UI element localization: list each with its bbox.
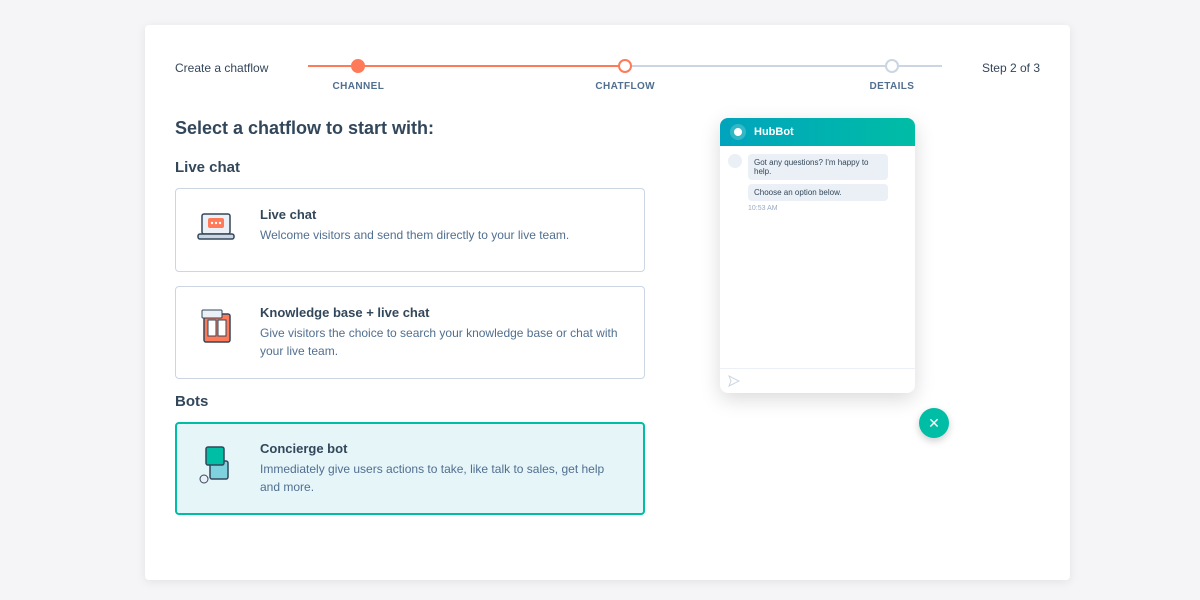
option-desc: Immediately give users actions to take, …	[260, 460, 624, 496]
page-card: Create a chatflow CHANNEL CHATFLOW DETAI…	[145, 25, 1070, 580]
step-details[interactable]: DETAILS	[842, 59, 942, 92]
knowledge-base-icon	[196, 305, 242, 351]
preview-column: HubBot Got any questions? I'm happy to h…	[685, 118, 955, 529]
chat-header: HubBot	[720, 118, 915, 146]
bot-name: HubBot	[754, 126, 794, 138]
section-label-live-chat: Live chat	[175, 159, 645, 176]
bubble-col: Got any questions? I'm happy to help. Ch…	[748, 154, 888, 201]
step-label: CHANNEL	[333, 81, 385, 92]
chat-input-row	[720, 368, 915, 393]
stepper: CHANNEL CHATFLOW DETAILS	[308, 59, 942, 92]
chat-bubble: Got any questions? I'm happy to help.	[748, 154, 888, 180]
section-label-bots: Bots	[175, 393, 645, 410]
chat-avatar-icon	[728, 154, 742, 168]
option-title: Knowledge base + live chat	[260, 305, 624, 320]
chat-timestamp: 10:53 AM	[748, 205, 907, 212]
option-concierge-bot[interactable]: Concierge bot Immediately give users act…	[175, 422, 645, 515]
chat-bubble: Choose an option below.	[748, 184, 888, 201]
option-text: Concierge bot Immediately give users act…	[260, 441, 624, 496]
laptop-chat-icon	[196, 207, 242, 253]
option-desc: Give visitors the choice to search your …	[260, 324, 624, 360]
step-channel[interactable]: CHANNEL	[308, 59, 408, 92]
options-column: Select a chatflow to start with: Live ch…	[175, 118, 645, 529]
page-title: Select a chatflow to start with:	[175, 118, 645, 139]
option-knowledge-base[interactable]: Knowledge base + live chat Give visitors…	[175, 286, 645, 379]
step-label: CHATFLOW	[595, 81, 655, 92]
option-title: Concierge bot	[260, 441, 624, 456]
breadcrumb: Create a chatflow	[175, 61, 268, 75]
chat-row: Got any questions? I'm happy to help. Ch…	[728, 154, 907, 201]
step-chatflow[interactable]: CHATFLOW	[575, 59, 675, 92]
bot-avatar-icon	[730, 124, 746, 140]
step-label: DETAILS	[870, 81, 915, 92]
step-dot-icon	[618, 59, 632, 73]
content: Select a chatflow to start with: Live ch…	[175, 118, 1040, 529]
option-title: Live chat	[260, 207, 569, 222]
close-icon: ✕	[928, 415, 940, 432]
option-live-chat[interactable]: Live chat Welcome visitors and send them…	[175, 188, 645, 272]
step-dot-icon	[885, 59, 899, 73]
chat-widget-preview: HubBot Got any questions? I'm happy to h…	[720, 118, 915, 393]
top-row: Create a chatflow CHANNEL CHATFLOW DETAI…	[175, 59, 1040, 92]
step-dot-icon	[351, 59, 365, 73]
chat-close-button[interactable]: ✕	[919, 408, 949, 438]
option-desc: Welcome visitors and send them directly …	[260, 226, 569, 244]
send-icon	[728, 375, 740, 387]
option-text: Knowledge base + live chat Give visitors…	[260, 305, 624, 360]
chat-body: Got any questions? I'm happy to help. Ch…	[720, 146, 915, 368]
step-indicator: Step 2 of 3	[982, 61, 1040, 75]
concierge-bot-icon	[196, 441, 242, 487]
step-track: CHANNEL CHATFLOW DETAILS	[308, 59, 942, 92]
option-text: Live chat Welcome visitors and send them…	[260, 207, 569, 253]
